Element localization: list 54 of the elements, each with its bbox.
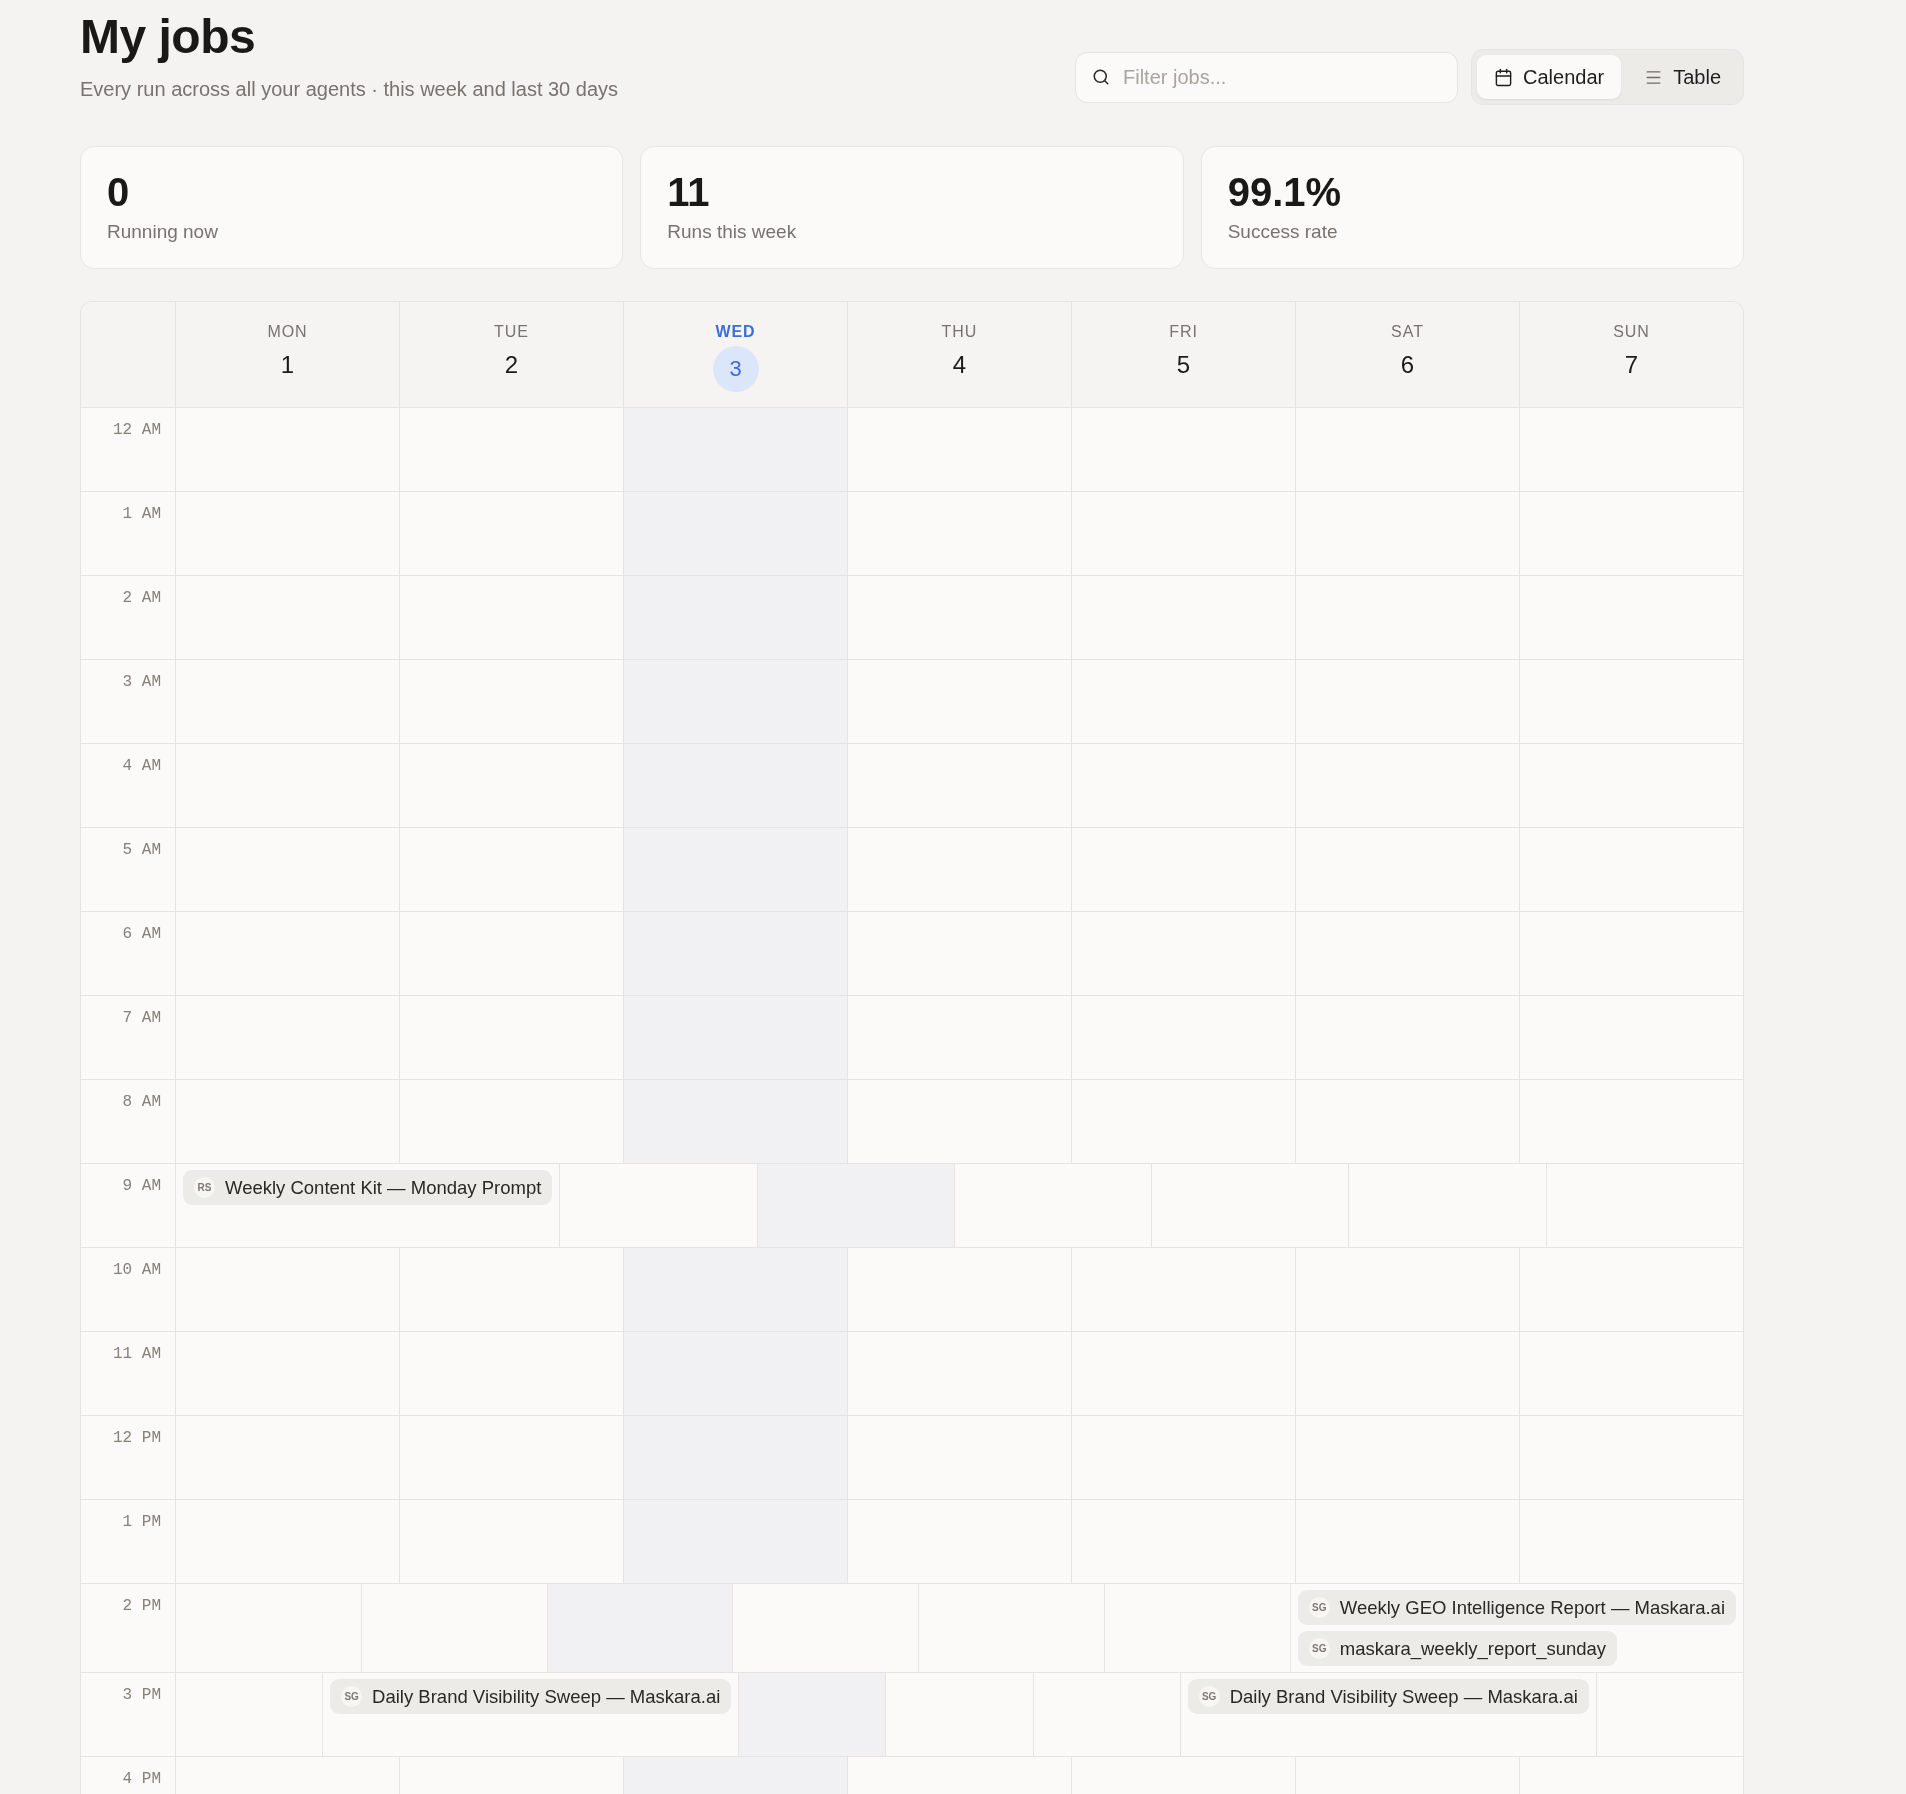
- initials-avatar: SG: [1308, 1638, 1330, 1659]
- event-chip[interactable]: SG maskara_weekly_report_sunday: [1297, 1631, 1618, 1666]
- time-label: 3 PM: [122, 1685, 161, 1705]
- time-label: 6 AM: [122, 924, 161, 944]
- stat-label: Success rate: [1227, 220, 1338, 243]
- date-number: 3: [712, 346, 759, 392]
- event-chip[interactable]: SG Daily Brand Visibility Sweep — Maskara.ai: [330, 1679, 732, 1714]
- search-field[interactable]: Filter jobs...: [1075, 51, 1458, 103]
- time-label: 1 AM: [122, 504, 161, 524]
- time-label: 2 PM: [122, 1596, 161, 1616]
- weekday-label: TUE: [494, 322, 529, 342]
- weekday-label: FRI: [1169, 322, 1198, 342]
- stat-label: Running now: [107, 220, 218, 243]
- search-icon: [1092, 67, 1110, 86]
- weekday-label: MON: [267, 322, 308, 342]
- time-label: 2 AM: [122, 588, 161, 608]
- time-label: 12 PM: [113, 1428, 161, 1448]
- date-number: 6: [1400, 350, 1415, 380]
- time-label: 7 AM: [122, 1008, 161, 1028]
- event-chip[interactable]: SG Weekly GEO Intelligence Report — Maskara.ai: [1297, 1590, 1736, 1625]
- stat-label: Runs this week: [667, 220, 797, 243]
- page-title: My jobs: [80, 10, 256, 63]
- time-label: 4 AM: [122, 756, 161, 776]
- event-chip[interactable]: RS Weekly Content Kit — Monday Prompt: [183, 1170, 553, 1205]
- event-chip[interactable]: SG Daily Brand Visibility Sweep — Maskara.ai: [1187, 1679, 1589, 1714]
- time-label: 8 AM: [122, 1092, 161, 1112]
- initials-avatar: RS: [194, 1177, 215, 1198]
- date-number: 2: [504, 350, 519, 380]
- weekday-label: THU: [941, 322, 978, 342]
- initials-avatar: SG: [341, 1686, 363, 1707]
- time-label: 5 AM: [122, 840, 161, 860]
- stat-value: 0: [107, 170, 130, 214]
- weekday-label: SUN: [1613, 322, 1650, 342]
- date-number: 4: [952, 350, 967, 380]
- view-tab[interactable]: Calendar: [1477, 55, 1622, 99]
- initials-avatar: SG: [1198, 1686, 1220, 1707]
- calendar-icon: [1494, 67, 1513, 87]
- weekday-label: SAT: [1391, 322, 1424, 342]
- stat-value: 11: [667, 170, 710, 214]
- time-label: 12 AM: [113, 420, 161, 440]
- time-label: 4 PM: [122, 1769, 161, 1789]
- time-label: 10 AM: [113, 1260, 161, 1280]
- date-number: 5: [1176, 350, 1191, 380]
- time-label: 3 AM: [122, 672, 161, 692]
- weekday-label: WED: [715, 322, 756, 342]
- date-number: 1: [280, 350, 295, 380]
- time-label: 9 AM: [122, 1176, 161, 1196]
- time-label: 11 AM: [113, 1344, 161, 1364]
- time-label: 1 PM: [122, 1512, 161, 1532]
- date-number: 7: [1624, 350, 1639, 380]
- view-tab[interactable]: Table: [1627, 55, 1738, 99]
- initials-avatar: SG: [1308, 1597, 1330, 1618]
- stat-value: 99.1%: [1227, 170, 1342, 214]
- page-subtitle: Every run across all your agents · this week and last 30 days: [80, 77, 619, 101]
